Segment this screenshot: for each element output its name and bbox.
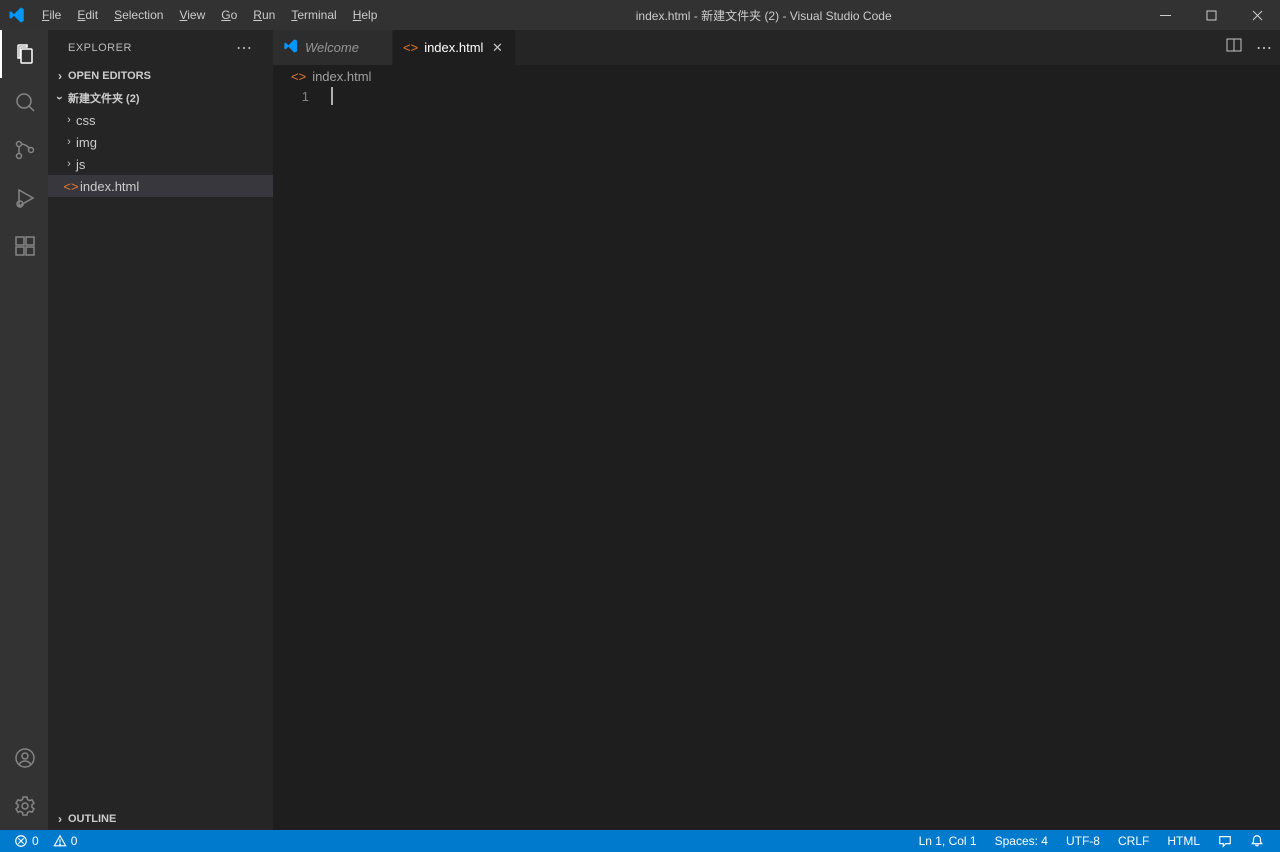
menu-run[interactable]: Run — [245, 0, 283, 30]
spaces-label: Spaces: 4 — [995, 834, 1048, 848]
eol-label: CRLF — [1118, 834, 1149, 848]
chevron-right-icon: › — [52, 69, 68, 83]
workspace-folder-name: 新建文件夹 (2) — [68, 90, 140, 106]
minimap[interactable] — [1266, 87, 1280, 830]
encoding-label: UTF-8 — [1066, 834, 1100, 848]
menu-go[interactable]: Go — [213, 0, 245, 30]
tree-folder-js[interactable]: › js — [48, 153, 273, 175]
html-file-icon: <> — [62, 179, 80, 194]
tree-folder-css[interactable]: › css — [48, 109, 273, 131]
menu-bar: File Edit Selection View Go Run Terminal… — [34, 0, 385, 30]
maximize-button[interactable] — [1188, 0, 1234, 30]
html-file-icon: <> — [403, 40, 418, 55]
sidebar-more-icon[interactable]: ⋯ — [236, 38, 253, 58]
activity-run-debug[interactable] — [0, 174, 48, 222]
tree-item-label: js — [76, 157, 85, 172]
sidebar: EXPLORER ⋯ › OPEN EDITORS › 新建文件夹 (2) › … — [48, 30, 273, 830]
status-notifications[interactable] — [1244, 834, 1270, 848]
menu-help[interactable]: Help — [345, 0, 386, 30]
window-title: index.html - 新建文件夹 (2) - Visual Studio C… — [385, 7, 1142, 24]
menu-terminal[interactable]: Terminal — [283, 0, 344, 30]
file-tree: › css › img › js <> index.html — [48, 109, 273, 197]
minimize-button[interactable] — [1142, 0, 1188, 30]
status-eol[interactable]: CRLF — [1112, 834, 1155, 848]
activity-search[interactable] — [0, 78, 48, 126]
activity-extensions[interactable] — [0, 222, 48, 270]
tree-item-label: css — [76, 113, 96, 128]
tabs-row: Welcome ✕ <> index.html ✕ ⋯ — [273, 30, 1280, 65]
html-file-icon: <> — [291, 69, 306, 84]
status-language[interactable]: HTML — [1161, 834, 1206, 848]
status-warnings[interactable]: 0 — [49, 834, 82, 848]
menu-edit[interactable]: Edit — [69, 0, 106, 30]
open-editors-section[interactable]: › OPEN EDITORS — [48, 65, 273, 87]
text-cursor — [331, 87, 333, 105]
line-number-gutter: 1 — [273, 87, 327, 830]
editor-actions: ⋯ — [1226, 30, 1280, 65]
tab-welcome[interactable]: Welcome ✕ — [273, 30, 393, 65]
status-cursor-position[interactable]: Ln 1, Col 1 — [913, 834, 983, 848]
errors-count: 0 — [32, 834, 39, 848]
tree-item-label: img — [76, 135, 97, 150]
line-number: 1 — [273, 87, 309, 106]
activity-bar — [0, 30, 48, 830]
chevron-right-icon: › — [62, 158, 76, 170]
chevron-right-icon: › — [62, 136, 76, 148]
tree-file-index-html[interactable]: <> index.html — [48, 175, 273, 197]
chevron-right-icon: › — [62, 114, 76, 126]
lang-label: HTML — [1167, 834, 1200, 848]
window-controls — [1142, 0, 1280, 30]
chevron-down-icon: › — [53, 90, 67, 106]
open-editors-label: OPEN EDITORS — [68, 70, 151, 82]
status-errors[interactable]: 0 — [10, 834, 43, 848]
split-editor-icon[interactable] — [1226, 37, 1242, 58]
status-feedback[interactable] — [1212, 834, 1238, 848]
tab-index-html[interactable]: <> index.html ✕ — [393, 30, 516, 65]
sidebar-title: EXPLORER — [68, 42, 132, 54]
titlebar: File Edit Selection View Go Run Terminal… — [0, 0, 1280, 30]
menu-view[interactable]: View — [171, 0, 213, 30]
close-button[interactable] — [1234, 0, 1280, 30]
vscode-icon — [283, 38, 299, 57]
breadcrumb-file: index.html — [312, 69, 371, 84]
workspace-folder-section[interactable]: › 新建文件夹 (2) — [48, 87, 273, 109]
editor-group: Welcome ✕ <> index.html ✕ ⋯ <> index.htm… — [273, 30, 1280, 830]
chevron-right-icon: › — [52, 812, 68, 826]
tree-item-label: index.html — [80, 179, 139, 194]
status-encoding[interactable]: UTF-8 — [1060, 834, 1106, 848]
vscode-logo-icon — [0, 6, 34, 24]
tab-label: index.html — [424, 40, 483, 55]
status-indentation[interactable]: Spaces: 4 — [989, 834, 1054, 848]
tab-label: Welcome — [305, 40, 359, 55]
code-area[interactable] — [327, 87, 1280, 830]
menu-file[interactable]: File — [34, 0, 69, 30]
more-actions-icon[interactable]: ⋯ — [1256, 38, 1272, 58]
close-icon[interactable]: ✕ — [489, 40, 505, 56]
activity-settings[interactable] — [0, 782, 48, 830]
outline-section[interactable]: › OUTLINE — [48, 808, 273, 830]
outline-label: OUTLINE — [68, 813, 116, 825]
editor-body[interactable]: 1 — [273, 87, 1280, 830]
activity-source-control[interactable] — [0, 126, 48, 174]
warnings-count: 0 — [71, 834, 78, 848]
menu-selection[interactable]: Selection — [106, 0, 171, 30]
tree-folder-img[interactable]: › img — [48, 131, 273, 153]
statusbar: 0 0 Ln 1, Col 1 Spaces: 4 UTF-8 CRLF HTM… — [0, 830, 1280, 852]
breadcrumb[interactable]: <> index.html — [273, 65, 1280, 87]
activity-explorer[interactable] — [0, 30, 48, 78]
activity-account[interactable] — [0, 734, 48, 782]
cursor-pos-label: Ln 1, Col 1 — [919, 834, 977, 848]
sidebar-header: EXPLORER ⋯ — [48, 30, 273, 65]
